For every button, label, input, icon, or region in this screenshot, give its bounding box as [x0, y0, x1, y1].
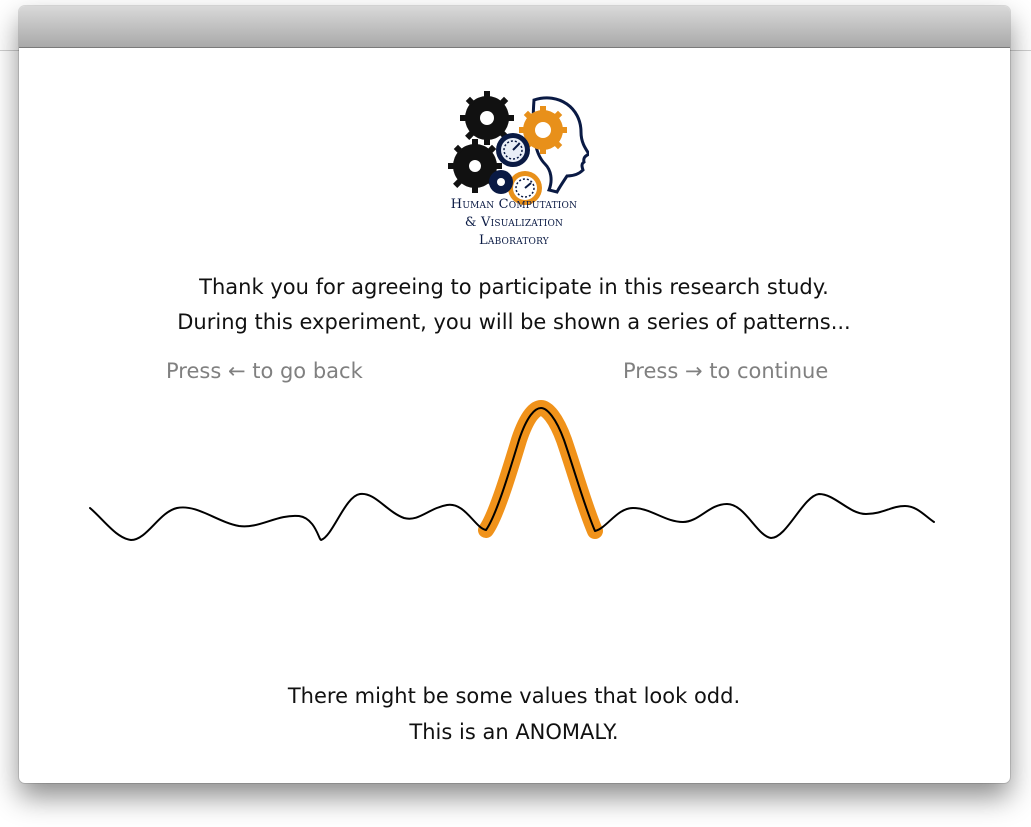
continue-hint[interactable]: Press → to continue: [623, 357, 828, 385]
lab-name-line1: Human Computation: [450, 197, 578, 212]
lab-name-line2: & Visualization: [464, 215, 564, 230]
window-titlebar[interactable]: [19, 6, 1010, 48]
navy-gear-icon: [489, 170, 513, 194]
anomaly-explanation: There might be some values that look odd…: [119, 678, 909, 750]
lab-name-line3: Laboratory: [479, 233, 549, 248]
back-hint[interactable]: Press ← to go back: [166, 357, 363, 385]
outro-line2: This is an ANOMALY.: [409, 720, 619, 744]
intro-line1: Thank you for agreeing to participate in…: [199, 275, 829, 299]
outro-line1: There might be some values that look odd…: [287, 684, 741, 708]
intro-text: Thank you for agreeing to participate in…: [79, 270, 949, 340]
window-content: Human Computation & Visualization Labora…: [19, 48, 1010, 783]
lab-name: Human Computation & Visualization Labora…: [389, 196, 639, 250]
anomaly-highlight: [478, 400, 603, 539]
experiment-window: Human Computation & Visualization Labora…: [19, 6, 1010, 783]
anomaly-pattern: [89, 400, 935, 541]
intro-line2: During this experiment, you will be show…: [177, 310, 851, 334]
gauge-gear-icon: [496, 133, 530, 167]
